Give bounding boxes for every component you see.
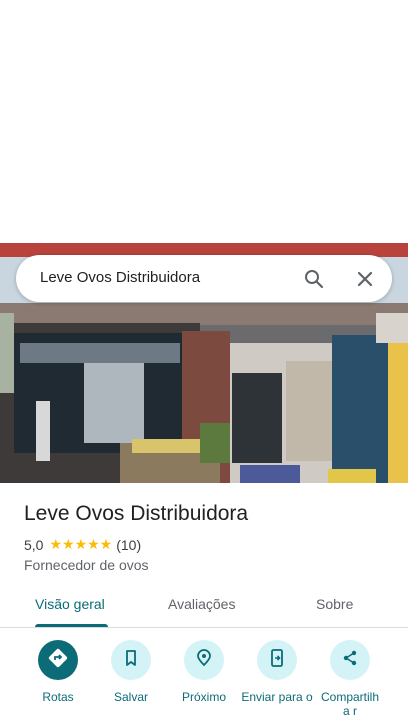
review-count[interactable]: (10) (116, 537, 141, 553)
star-rating-icon: ★★★★★ (49, 536, 113, 552)
nearby-icon (194, 648, 214, 673)
search-bar[interactable]: Leve Ovos Distribuidora (16, 255, 392, 302)
directions-label: Rotas (42, 690, 74, 704)
place-category: Fornecedor de ovos (24, 557, 149, 573)
share-label: Compartilha r (320, 690, 380, 718)
place-title: Leve Ovos Distribuidora (24, 502, 249, 525)
rating-row[interactable]: 5,0 ★★★★★ (10) (24, 536, 141, 553)
tab-about[interactable]: Sobre (316, 596, 353, 612)
send-to-phone-label: Enviar para o (241, 690, 313, 704)
send-to-phone-button[interactable]: Enviar para o (239, 640, 315, 704)
tab-overview[interactable]: Visão geral (35, 596, 105, 612)
directions-button[interactable]: Rotas (20, 640, 96, 704)
tab-reviews[interactable]: Avaliações (168, 596, 235, 612)
save-button[interactable]: Salvar (93, 640, 169, 704)
nearby-button[interactable]: Próximo (166, 640, 242, 704)
share-icon (340, 648, 360, 673)
bookmark-icon (121, 648, 141, 673)
rating-value: 5,0 (24, 536, 44, 553)
search-input[interactable]: Leve Ovos Distribuidora (40, 269, 200, 286)
directions-icon (48, 648, 68, 673)
save-label: Salvar (113, 690, 148, 704)
share-button[interactable]: Compartilha r (312, 640, 388, 718)
active-tab-indicator (35, 624, 108, 627)
map-blank-area (0, 0, 408, 243)
action-bar: Rotas Salvar Próximo Enviar para o Compa… (0, 640, 408, 726)
search-icon[interactable] (302, 267, 326, 291)
close-icon[interactable] (353, 267, 377, 291)
tab-bar: Visão geral Avaliações Sobre (0, 585, 408, 628)
send-to-phone-icon (267, 648, 287, 673)
nearby-label: Próximo (181, 690, 226, 704)
